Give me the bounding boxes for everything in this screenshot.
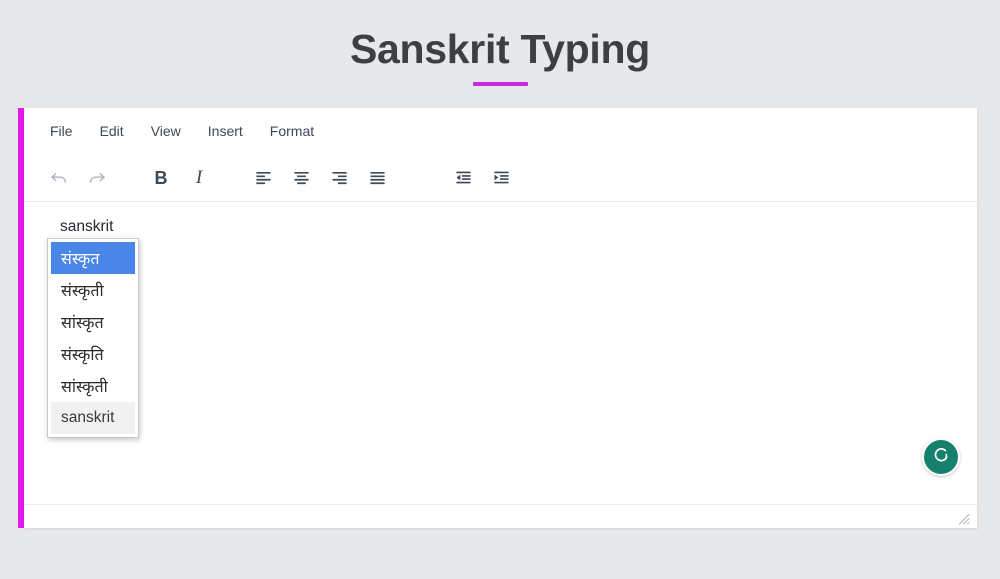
grammarly-icon: [931, 445, 951, 470]
grammarly-button[interactable]: [922, 438, 960, 476]
toolbar: B I: [24, 154, 977, 202]
align-center-icon: [292, 168, 311, 187]
suggestion-item-2[interactable]: सांस्कृत: [51, 306, 135, 338]
suggestion-item-0[interactable]: संस्कृत: [51, 242, 135, 274]
menu-format[interactable]: Format: [268, 120, 316, 142]
redo-button[interactable]: [82, 163, 112, 193]
suggestion-item-4[interactable]: सांस्कृती: [51, 370, 135, 402]
title-underline: [472, 82, 528, 87]
suggestion-item-3[interactable]: संस्कृति: [51, 338, 135, 370]
redo-icon: [87, 168, 107, 188]
bold-icon: B: [154, 167, 168, 188]
align-center-button[interactable]: [286, 163, 316, 193]
typed-text: sanskrit: [60, 218, 114, 235]
suggestion-item-1[interactable]: संस्कृती: [51, 274, 135, 306]
suggestion-item-5[interactable]: sanskrit: [51, 402, 135, 434]
italic-button[interactable]: I: [184, 163, 214, 193]
editor-panel: File Edit View Insert Format B I sanskri…: [24, 108, 977, 528]
menu-file[interactable]: File: [48, 120, 75, 142]
align-left-button[interactable]: [248, 163, 278, 193]
menu-view[interactable]: View: [149, 120, 183, 142]
menu-insert[interactable]: Insert: [206, 120, 245, 142]
align-left-icon: [254, 168, 273, 187]
status-bar: [24, 504, 977, 528]
indent-icon: [492, 168, 511, 187]
editor-container: File Edit View Insert Format B I sanskri…: [18, 108, 977, 528]
italic-icon: I: [195, 167, 203, 188]
align-right-icon: [330, 168, 349, 187]
outdent-icon: [454, 168, 473, 187]
align-right-button[interactable]: [324, 163, 354, 193]
resize-grip-icon[interactable]: [958, 512, 970, 525]
page-title: Sanskrit Typing: [349, 26, 651, 72]
suggestion-dropdown[interactable]: संस्कृत संस्कृती सांस्कृत संस्कृति सांस्…: [47, 238, 139, 438]
editor-text-area[interactable]: sanskrit संस्कृत संस्कृती सांस्कृत संस्क…: [24, 202, 977, 504]
outdent-button[interactable]: [448, 163, 478, 193]
page-header: Sanskrit Typing: [0, 0, 1000, 108]
align-justify-icon: [368, 168, 387, 187]
bold-button[interactable]: B: [146, 163, 176, 193]
undo-icon: [49, 168, 69, 188]
undo-button[interactable]: [44, 163, 74, 193]
menu-bar: File Edit View Insert Format: [24, 108, 977, 154]
align-justify-button[interactable]: [362, 163, 392, 193]
menu-edit[interactable]: Edit: [98, 120, 126, 142]
indent-button[interactable]: [486, 163, 516, 193]
